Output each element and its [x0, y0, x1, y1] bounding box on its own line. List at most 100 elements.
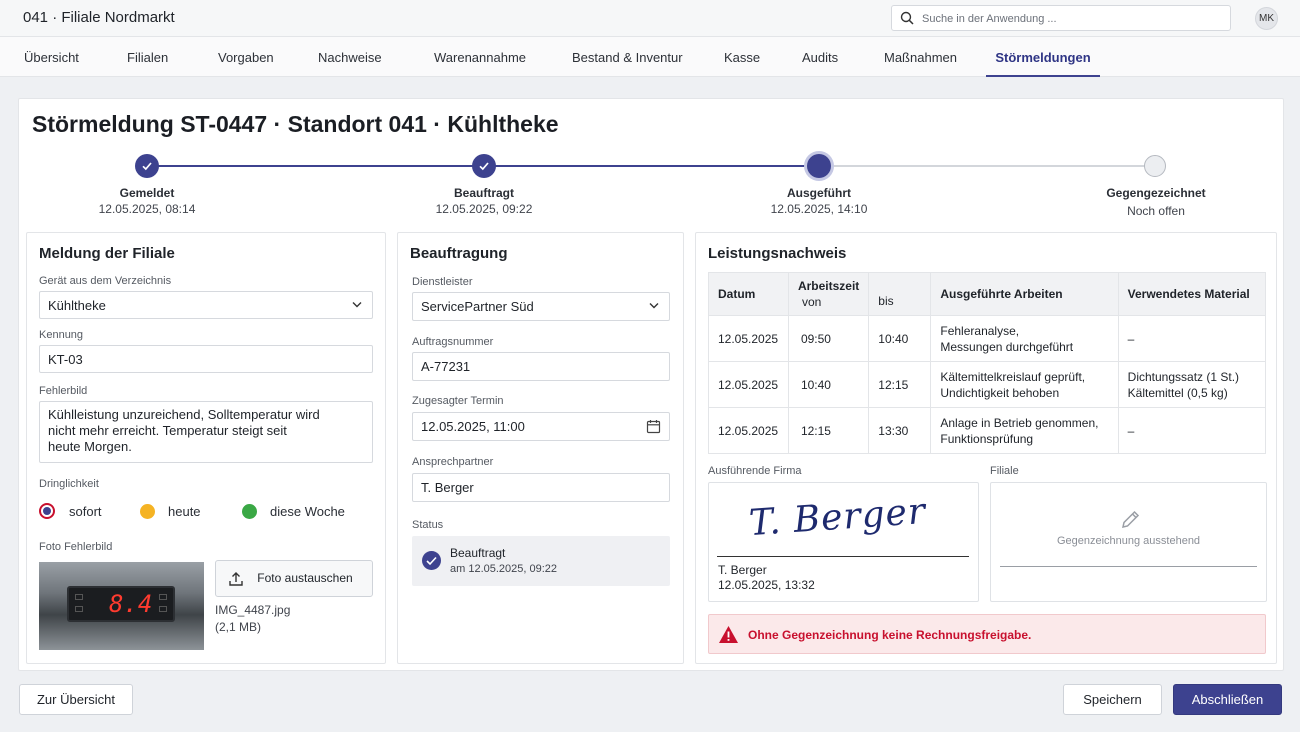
step-date: 12.05.2025, 09:22 [435, 202, 533, 216]
table-row: 12.05.2025 12:15 13:30 Anlage in Betrieb… [708, 407, 1267, 454]
photo-label: Foto Fehlerbild [39, 541, 113, 553]
fault-text-line: heute Morgen. [48, 439, 132, 454]
id-label: Kennung [39, 329, 84, 341]
step-date: Noch offen [1127, 204, 1185, 218]
cell-material: – [1117, 407, 1267, 454]
status-label: Status [412, 519, 444, 531]
urgency-radio-diese-woche[interactable] [242, 504, 257, 519]
top-bar: 041 · Filiale Nordmarkt MK [0, 0, 1300, 37]
date-label: Zugesagter Termin [412, 395, 504, 407]
step-beauftragt-dot [472, 154, 496, 178]
tab-kasse[interactable]: Kasse [724, 37, 760, 77]
avatar[interactable]: MK [1255, 7, 1278, 30]
stepper-remaining-line [819, 165, 1155, 167]
table-header-row: Datum Arbeitszeit von bis Ausgeführte Ar… [708, 272, 1267, 316]
main-nav: Übersicht Filialen Vorgaben Nachweise Wa… [0, 37, 1300, 77]
col-header-work: Ausgeführte Arbeiten [930, 272, 1119, 316]
provider-select[interactable]: ServicePartner Süd [412, 292, 670, 321]
panel-beauftragung: Beauftragung Dienstleister ServicePartne… [397, 232, 684, 664]
firm-signer: T. Berger [718, 563, 767, 577]
device-label: Gerät aus dem Verzeichnis [39, 275, 172, 287]
search-input[interactable] [922, 10, 1222, 27]
appointment-date-value: 12.05.2025, 11:00 [421, 419, 525, 434]
panel-meldung: Meldung der Filiale Gerät aus dem Verzei… [26, 232, 386, 664]
chevron-down-icon [649, 303, 659, 309]
check-icon [142, 162, 152, 171]
branch-signature-box[interactable]: Gegenzeichnung ausstehend [990, 482, 1267, 602]
contact-field[interactable]: T. Berger [412, 473, 670, 502]
check-circle-icon [422, 551, 441, 570]
cell-work: Kältemittelkreislauf geprüft, Undichtigke… [930, 361, 1119, 408]
branch-sign-label: Filiale [990, 465, 1019, 477]
tab-uebersicht[interactable]: Übersicht [24, 37, 79, 77]
step-gemeldet-dot [135, 154, 159, 178]
fault-photo: 8.4 [39, 562, 204, 650]
table-row: 12.05.2025 09:50 10:40 Fehleranalyse, Mes… [708, 315, 1267, 362]
step-date: 12.05.2025, 08:14 [98, 202, 196, 216]
page-title: Störmeldung ST-0447 · Standort 041 · Küh… [32, 111, 559, 137]
col-header-to: bis [868, 272, 932, 316]
calendar-icon[interactable] [646, 419, 661, 434]
main-card: Störmeldung ST-0447 · Standort 041 · Küh… [18, 98, 1284, 671]
app-title: 041 · Filiale Nordmarkt [23, 9, 175, 26]
order-value: A-77231 [421, 359, 471, 374]
work-report-table: Datum Arbeitszeit von bis Ausgeführte Ar… [708, 272, 1267, 454]
photo-display-value: 8.4 [109, 590, 153, 618]
col-header-from: Arbeitszeit von [787, 272, 870, 316]
col-header-from-label: von [801, 295, 822, 309]
panel-title: Beauftragung [410, 245, 508, 262]
col-header-worktime: Arbeitszeit [797, 279, 860, 293]
cell-from: 12:15 [787, 407, 870, 454]
tab-warenannahme[interactable]: Warenannahme [434, 37, 526, 77]
tab-nachweise[interactable]: Nachweise [318, 37, 382, 77]
replace-photo-label: Foto austauschen [257, 571, 353, 585]
check-icon [479, 162, 489, 171]
cell-from: 09:50 [787, 315, 870, 362]
replace-photo-button[interactable]: Foto austauschen [215, 560, 373, 597]
photo-file-meta: IMG_4487.jpg (2,1 MB) [215, 602, 290, 636]
status-badge: Beauftragt am 12.05.2025, 09:22 [412, 536, 670, 586]
cell-material: Dichtungssatz (1 St.) Kältemittel (0,5 kg… [1117, 361, 1267, 408]
order-label: Auftragsnummer [412, 336, 494, 348]
photo-display: 8.4 [67, 586, 175, 622]
tab-massnahmen[interactable]: Maßnahmen [884, 37, 957, 77]
cell-to: 12:15 [868, 361, 932, 408]
tab-filialen[interactable]: Filialen [127, 37, 168, 77]
finish-button[interactable]: Abschließen [1173, 684, 1282, 715]
firm-signature-box[interactable]: T. Berger T. Berger 12.05.2025, 13:32 [708, 482, 979, 602]
step-label: Gegengezeichnet [1106, 186, 1206, 200]
id-field[interactable]: KT-03 [39, 345, 373, 373]
pencil-icon[interactable] [1119, 509, 1141, 531]
contact-value: T. Berger [421, 480, 474, 495]
warning-icon [719, 626, 738, 643]
provider-label: Dienstleister [412, 276, 473, 288]
urgency-radio-sofort[interactable] [39, 503, 55, 519]
step-ausgefuehrt-dot [807, 154, 831, 178]
device-select[interactable]: Kühltheke [39, 291, 373, 319]
step-label: Ausgeführt [787, 186, 851, 200]
tab-bestand-inventur[interactable]: Bestand & Inventur [572, 37, 683, 77]
fault-textarea[interactable]: Kühlleistung unzureichend, Solltemperatu… [39, 401, 373, 463]
fault-text-line: Kühlleistung unzureichend, Solltemperatu… [48, 407, 320, 422]
save-button[interactable]: Speichern [1063, 684, 1162, 715]
appointment-date-field[interactable]: 12.05.2025, 11:00 [412, 412, 670, 441]
urgency-radio-heute[interactable] [140, 504, 155, 519]
alert-banner: Ohne Gegenzeichnung keine Rechnungsfreig… [708, 614, 1266, 654]
search-box[interactable] [891, 5, 1231, 31]
tab-audits[interactable]: Audits [802, 37, 838, 77]
table-row: 12.05.2025 10:40 12:15 Kältemittelkreisl… [708, 361, 1267, 408]
back-to-overview-button[interactable]: Zur Übersicht [19, 684, 133, 715]
photo-filename: IMG_4487.jpg [215, 603, 291, 617]
cell-from: 10:40 [787, 361, 870, 408]
tab-vorgaben[interactable]: Vorgaben [218, 37, 274, 77]
order-field[interactable]: A-77231 [412, 352, 670, 381]
col-header-date: Datum [708, 272, 789, 316]
col-header-material: Verwendetes Material [1117, 272, 1267, 316]
cell-material: – [1117, 315, 1267, 362]
status-date: am 12.05.2025, 09:22 [450, 563, 558, 575]
panel-leistungsnachweis: Leistungsnachweis Datum Arbeitszeit von … [695, 232, 1277, 664]
tab-stoermeldungen[interactable]: Störmeldungen [986, 37, 1100, 77]
step-date: 12.05.2025, 14:10 [770, 202, 868, 216]
cell-work: Fehleranalyse, Messungen durchgeführt [930, 315, 1119, 362]
fault-text-line: nicht mehr erreicht. Temperatur steigt s… [48, 423, 287, 438]
